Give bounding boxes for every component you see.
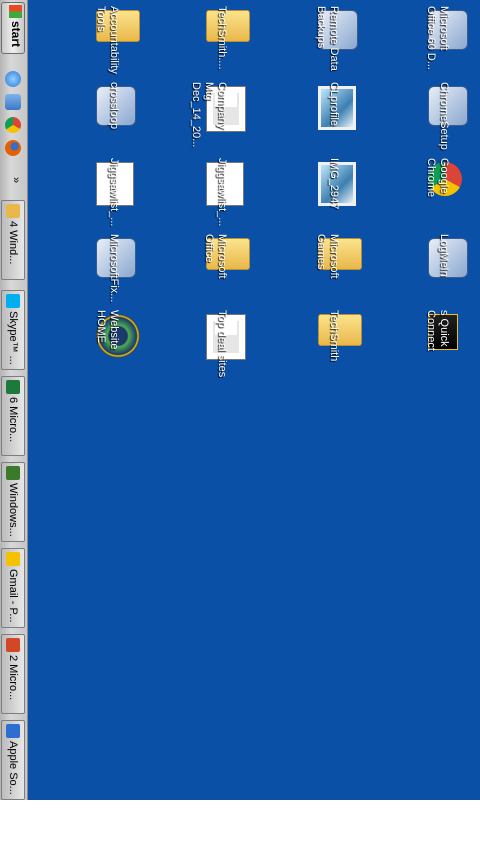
desktop-icon[interactable]: TechSmith.... xyxy=(206,6,258,76)
desktop-icon-label: LogMeIn xyxy=(438,234,450,277)
taskbar-button-label: 6 Micro... xyxy=(7,397,19,443)
start-button[interactable]: start xyxy=(1,2,25,54)
desktop-icon-label: Top deal sites xyxy=(216,310,228,378)
desktop-icon[interactable]: Accountability Tools xyxy=(95,6,148,76)
desktop-icon-label: TechSmith.... xyxy=(216,6,228,70)
apple-update-icon xyxy=(6,724,20,738)
taskbar-button-label: Skype™ ... xyxy=(7,311,19,365)
desktop-icon-label: Accountability Tools xyxy=(95,6,120,74)
desktop-icon[interactable]: IMG_2947 xyxy=(318,158,370,228)
desktop-icon-label: Jiggsawlist_... xyxy=(216,158,228,227)
desktop-icon-label: MicrosoftFix... xyxy=(108,234,120,303)
desktop-icon-label: Google Chrome xyxy=(425,158,450,198)
chrome-icon xyxy=(6,552,20,566)
chrome-icon[interactable] xyxy=(5,117,21,133)
firefox-icon[interactable] xyxy=(5,140,21,156)
desktop-icon-label: Website HOME xyxy=(95,310,120,350)
desktop-icon-label: Microsoft Office 60 D... xyxy=(425,6,450,70)
desktop-icon[interactable]: TechSmith xyxy=(318,310,370,380)
desktop-icon[interactable]: Top deal sites xyxy=(206,310,258,380)
taskbar-button[interactable]: 2 Micro... xyxy=(1,634,25,714)
desktop-icon-label: crossloop xyxy=(108,82,120,130)
desktop-icon-label: IMG_2947 xyxy=(328,158,340,210)
desktop-icon[interactable]: ChromeSetup xyxy=(428,82,480,152)
taskbar-button[interactable]: Windows... xyxy=(1,462,25,542)
taskbar-overflow-chevron[interactable]: » xyxy=(10,177,22,183)
desktop-icon[interactable]: Microsoft Office 60 D... xyxy=(425,6,480,76)
desktop-icon[interactable]: LogMeIn xyxy=(428,234,480,304)
desktop-icon-label: Microsoft Office xyxy=(203,234,228,279)
taskbar-button-label: Apple So... xyxy=(7,741,19,795)
windows-icon xyxy=(6,466,20,480)
taskbar: start » 4 Wind... Skype™ ... 6 Micro... Win… xyxy=(0,0,28,800)
desktop-icon-label: Jiggsawlist_... xyxy=(108,158,120,227)
desktop-icon[interactable]: Company Mtg Dec_14_20... xyxy=(190,82,258,152)
taskbar-button-label: Gmail - P... xyxy=(7,569,19,623)
desktop-icon[interactable]: Jiggsawlist_... xyxy=(96,158,148,228)
taskbar-button[interactable]: 6 Micro... xyxy=(1,376,25,456)
taskbar-button-label: 4 Wind... xyxy=(7,221,19,265)
desktop-icon[interactable]: Website HOME xyxy=(95,310,148,380)
taskbar-button[interactable]: Apple So... xyxy=(1,720,25,800)
start-label: start xyxy=(9,21,23,48)
taskbar-button[interactable]: Skype™ ... xyxy=(1,290,25,370)
show-desktop-icon[interactable] xyxy=(5,94,21,110)
desktop: Microsoft Office 60 D... ChromeSetup Googl… xyxy=(0,0,480,800)
desktop-icon[interactable]: Google Chrome xyxy=(425,158,480,228)
desktop-icon-label: Company Mtg Dec_14_20... xyxy=(190,82,228,148)
folder-icon xyxy=(206,10,250,42)
folder-icon xyxy=(6,204,20,218)
desktop-icon-label: Remote Data Backups xyxy=(315,6,340,71)
internet-explorer-icon[interactable] xyxy=(5,71,21,87)
desktop-icon[interactable]: MicrosoftFix... xyxy=(96,234,148,304)
taskbar-button[interactable]: Gmail - P... xyxy=(1,548,25,628)
folder-icon xyxy=(318,314,362,346)
taskbar-button-label: Windows... xyxy=(7,483,19,537)
desktop-icon[interactable]: crossloop xyxy=(96,82,148,152)
desktop-icon[interactable]: Remote Data Backups xyxy=(315,6,370,76)
excel-icon xyxy=(6,380,20,394)
desktop-icon[interactable]: Microsoft Office xyxy=(203,234,258,304)
skype-icon xyxy=(6,294,20,308)
desktop-icon-label: Microsoft Games xyxy=(315,234,340,279)
desktop-icon-label: TechSmith xyxy=(328,310,340,362)
desktop-icon-label: ChromeSetup xyxy=(438,82,450,150)
desktop-icon-label: CLprofile xyxy=(328,82,340,127)
desktop-icon-label: s Quick Connect xyxy=(425,310,450,351)
desktop-icon[interactable]: Microsoft Games xyxy=(315,234,370,304)
powerpoint-icon xyxy=(6,638,20,652)
taskbar-button[interactable]: 4 Wind... xyxy=(1,200,25,280)
desktop-icon[interactable]: Jiggsawlist_... xyxy=(206,158,258,228)
windows-flag-icon xyxy=(9,5,22,18)
desktop-icon[interactable]: CLprofile xyxy=(318,82,370,152)
taskbar-button-label: 2 Micro... xyxy=(7,655,19,701)
desktop-icon[interactable]: s Quick Connect xyxy=(425,310,480,380)
